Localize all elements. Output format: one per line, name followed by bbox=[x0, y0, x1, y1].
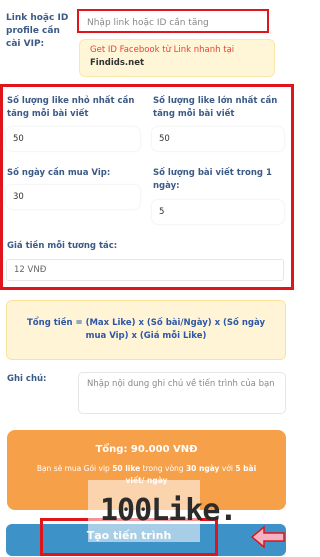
note-textarea[interactable]: Nhập nội dung ghi chú về tiến trình của … bbox=[78, 372, 286, 414]
total-amount: Tổng: 90.000 VNĐ bbox=[95, 444, 198, 455]
vip-days-label: Số ngày cần mua Vip: bbox=[7, 168, 111, 178]
posts-per-day-input[interactable]: 5 bbox=[152, 200, 284, 224]
min-like-input[interactable]: 50 bbox=[6, 127, 140, 151]
posts-per-day-label: Số lượng bài viết trong 1 ngày: bbox=[153, 168, 272, 191]
total-desc-with: với bbox=[221, 464, 233, 473]
total-desc-prefix: Bạn sẽ mua Gói vip bbox=[36, 464, 110, 473]
profile-input[interactable]: Nhập link hoặc ID cần tăng bbox=[77, 9, 269, 33]
price-per-interaction-label: Giá tiền mỗi tương tác: bbox=[7, 241, 118, 251]
max-like-label: Số lượng like lớn nhất cần tăng mỗi bài … bbox=[153, 96, 278, 119]
price-per-interaction-field: 12 VNĐ bbox=[6, 259, 284, 281]
facebook-id-note: Get ID Facebook từ Link nhanh tại Findid… bbox=[79, 39, 275, 77]
max-like-input[interactable]: 50 bbox=[152, 127, 284, 151]
total-desc-likes: 50 like bbox=[112, 464, 141, 473]
min-like-label: Số lượng like nhỏ nhất cần tăng mỗi bài … bbox=[7, 96, 135, 119]
vip-days-input[interactable]: 30 bbox=[6, 185, 140, 209]
findids-link[interactable]: Findids.net bbox=[90, 57, 264, 70]
facebook-id-note-text: Get ID Facebook từ Link nhanh tại bbox=[90, 45, 235, 55]
note-label: Ghi chú: bbox=[7, 374, 47, 384]
watermark-logo: 100Like. bbox=[100, 493, 237, 528]
price-formula: Tổng tiền = (Max Like) x (Số bài/Ngày) x… bbox=[6, 300, 286, 360]
profile-label: Link hoặc ID profile cần cài VIP: bbox=[6, 13, 69, 49]
pointer-arrow-icon bbox=[250, 525, 286, 553]
total-desc-mid: trong vòng bbox=[142, 464, 184, 473]
total-desc-days: 30 ngày bbox=[185, 464, 220, 473]
